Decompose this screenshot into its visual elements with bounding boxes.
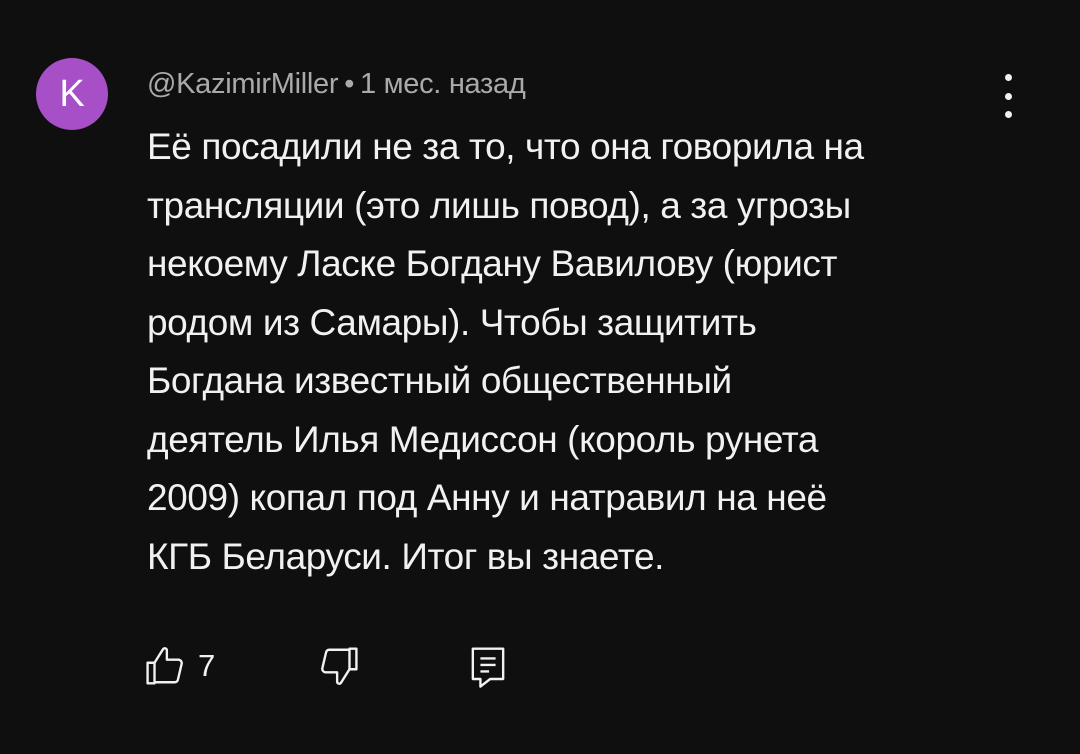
comment-actions: 7 [140,640,540,700]
thumb-up-icon [140,640,192,692]
comment-text-line: некоему Ласке Богдану Вавилову (юрист [147,243,838,284]
comment-text-line: трансляции (это лишь повод), а за угрозы [147,184,851,226]
comment-item: K @KazimirMiller • 1 мес. назад Её посадил… [0,0,1080,754]
comment-header: @KazimirMiller • 1 мес. назад [147,68,526,101]
comment-text-line: родом из Самары). Чтобы защитить [147,301,757,343]
comment-text-line: КГБ Беларуси. Итог вы знаете. [147,535,665,577]
more-options-button[interactable] [990,74,1026,118]
comment-text-line: Богдана известный общественный [147,360,732,401]
author-handle[interactable]: @KazimirMiller [147,68,338,100]
more-vertical-icon-dot [1004,92,1012,100]
header-separator: • [344,68,355,100]
avatar[interactable]: K [36,58,108,130]
avatar-letter: K [59,72,85,115]
reply-button[interactable] [462,640,514,692]
like-count: 7 [198,648,216,683]
comment-time[interactable]: 1 мес. назад [360,68,526,100]
like-button[interactable]: 7 [140,640,215,692]
comment-text: Её посадили не за то, что она говорила н… [147,118,1007,586]
dislike-button[interactable] [312,640,364,692]
more-vertical-icon-dot [1004,111,1012,118]
comment-text-line: Её посадили не за то, что она говорила н… [147,126,864,167]
comment-text-line: деятель Илья Медиссон (король рунета [147,418,819,460]
comment-text-line: 2009) копал под Анну и натравил на неё [147,477,827,518]
reply-comment-icon [462,640,514,692]
thumb-down-icon [312,640,364,692]
more-vertical-icon [1004,74,1012,81]
